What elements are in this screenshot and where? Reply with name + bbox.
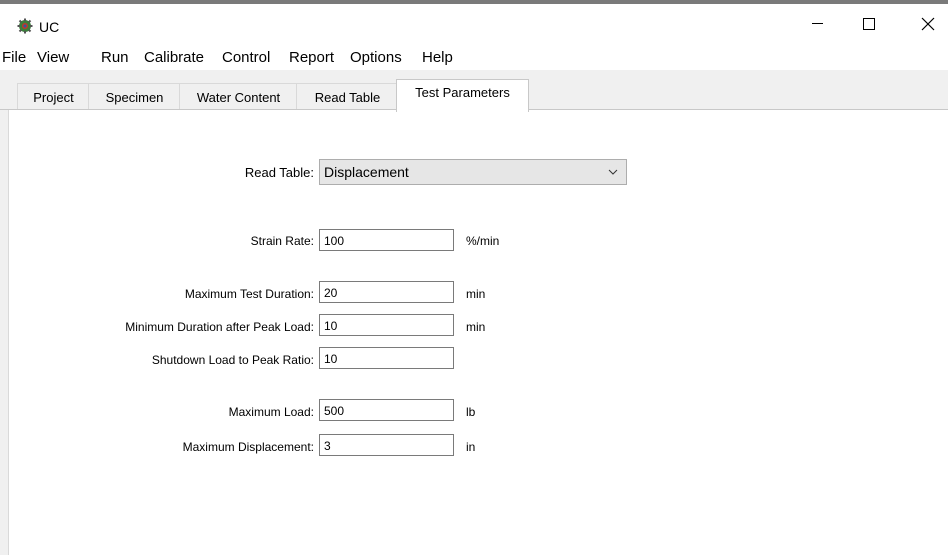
menu-run[interactable]: Run [101, 49, 129, 66]
menu-file[interactable]: File [2, 49, 26, 66]
maximize-button[interactable] [848, 4, 894, 42]
strain-rate-unit: %/min [466, 234, 500, 248]
menu-help[interactable]: Help [422, 49, 453, 66]
menu-calibrate[interactable]: Calibrate [144, 49, 204, 66]
max-load-input[interactable]: 500 [319, 399, 454, 421]
tab-project[interactable]: Project [17, 83, 90, 111]
strain-rate-input[interactable]: 100 [319, 229, 454, 251]
max-displacement-input[interactable]: 3 [319, 434, 454, 456]
menu-view[interactable]: View [37, 49, 69, 66]
tab-test-parameters[interactable]: Test Parameters [396, 79, 529, 112]
max-test-duration-input[interactable]: 20 [319, 281, 454, 303]
close-button[interactable] [908, 4, 948, 42]
max-displacement-unit: in [466, 440, 476, 454]
left-margin-strip [0, 110, 8, 555]
menu-options[interactable]: Options [350, 49, 402, 66]
shutdown-ratio-label: Shutdown Load to Peak Ratio: [151, 353, 314, 367]
max-load-label: Maximum Load: [228, 405, 314, 419]
tab-specimen[interactable]: Specimen [88, 83, 181, 111]
max-test-duration-label: Maximum Test Duration: [184, 287, 314, 301]
gear-globe-icon [17, 18, 33, 34]
max-test-duration-unit: min [466, 287, 486, 301]
chevron-down-icon [608, 169, 618, 175]
minimize-button[interactable] [797, 4, 843, 42]
read-table-select[interactable]: Displacement [319, 159, 627, 185]
menu-control[interactable]: Control [222, 49, 270, 66]
window-title: UC [39, 19, 60, 35]
tab-read-table[interactable]: Read Table [296, 83, 399, 111]
min-duration-after-peak-label: Minimum Duration after Peak Load: [125, 320, 314, 334]
menu-bar: File View Run Calibrate Control Report O… [0, 46, 948, 70]
maximize-icon [863, 18, 875, 30]
shutdown-ratio-input[interactable]: 10 [319, 347, 454, 369]
menu-report[interactable]: Report [289, 49, 334, 66]
max-displacement-label: Maximum Displacement: [182, 440, 314, 454]
min-duration-after-peak-unit: min [466, 320, 486, 334]
read-table-label: Read Table: [244, 165, 314, 180]
close-icon [921, 17, 935, 31]
read-table-value: Displacement [324, 164, 409, 180]
min-duration-after-peak-input[interactable]: 10 [319, 314, 454, 336]
max-load-unit: lb [466, 405, 476, 419]
minimize-icon [812, 23, 823, 24]
tab-strip: Project Specimen Water Content Read Tabl… [0, 70, 948, 112]
strain-rate-label: Strain Rate: [250, 234, 314, 248]
tab-water-content[interactable]: Water Content [179, 83, 298, 111]
